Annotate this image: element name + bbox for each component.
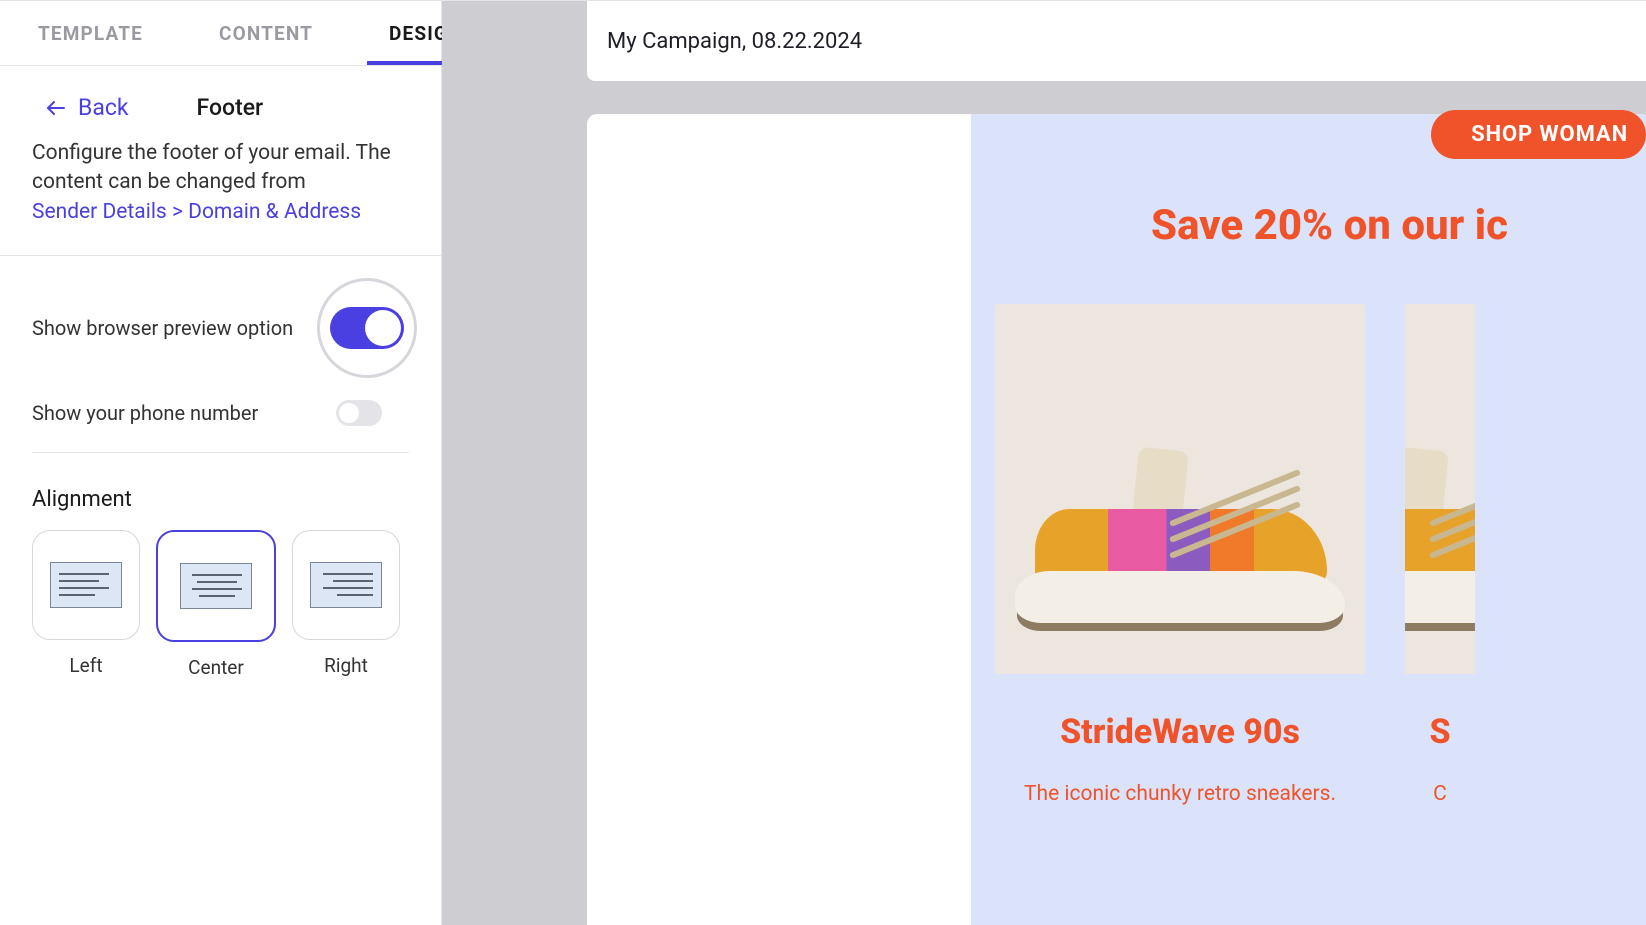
align-option-right[interactable] (292, 530, 400, 640)
back-button[interactable]: Back (44, 94, 129, 121)
sender-details-link[interactable]: Sender Details > Domain & Address (32, 200, 361, 224)
align-left-icon (50, 562, 122, 608)
arrow-left-icon (44, 96, 68, 120)
tab-content[interactable]: CONTENT (197, 1, 335, 65)
sneaker-illustration (1015, 449, 1345, 629)
toggle-label-phone: Show your phone number (32, 401, 258, 425)
product-row: StrideWave 90s The iconic chunky retro s… (995, 304, 1646, 925)
breadcrumb-row: Back Footer (0, 66, 441, 133)
toggle-knob (339, 403, 359, 423)
sneaker-illustration (1405, 449, 1475, 629)
toggle-browser-preview[interactable] (330, 307, 404, 349)
section-title: Footer (197, 94, 264, 121)
product-subtitle-1: The iconic chunky retro sneakers. (1024, 782, 1336, 806)
product-title-2: S (1429, 712, 1450, 752)
campaign-title: My Campaign, 08.22.2024 (607, 29, 862, 54)
align-label-center: Center (188, 656, 244, 679)
toggle-focus-ring (317, 278, 417, 378)
product-subtitle-2: C (1433, 782, 1447, 806)
alignment-heading: Alignment (0, 453, 441, 530)
toggle-row-phone: Show your phone number (0, 400, 441, 440)
align-label-left: Left (69, 654, 102, 677)
shop-button-wrap: SHOP WOMAN (1431, 110, 1646, 159)
page-card-blank (587, 114, 971, 925)
toggle-knob (365, 310, 401, 346)
product-title-1: StrideWave 90s (1060, 712, 1300, 752)
align-option-center[interactable] (156, 530, 276, 642)
align-label-right: Right (324, 654, 368, 677)
promo-headline: Save 20% on our ic (1151, 201, 1646, 250)
main-canvas: My Campaign, 08.22.2024 SHOP WOMAN Save … (442, 0, 1646, 925)
description-text: Configure the footer of your email. The … (32, 141, 391, 194)
toggle-label-browser-preview: Show browser preview option (32, 316, 293, 340)
align-option-left[interactable] (32, 530, 140, 640)
alignment-options: Left Center Right (0, 530, 441, 699)
product-card-1[interactable]: StrideWave 90s The iconic chunky retro s… (995, 304, 1365, 925)
tab-template[interactable]: TEMPLATE (0, 1, 165, 65)
product-image-1 (995, 304, 1365, 674)
campaign-title-bar: My Campaign, 08.22.2024 (587, 1, 1646, 81)
design-sidebar: TEMPLATE CONTENT DESIGN Back Footer Conf… (0, 0, 442, 925)
shop-woman-button[interactable]: SHOP WOMAN (1431, 110, 1646, 159)
section-description: Configure the footer of your email. The … (0, 133, 441, 256)
toggle-row-browser-preview: Show browser preview option (0, 256, 441, 400)
toggle-phone[interactable] (336, 400, 382, 426)
align-center-icon (180, 563, 252, 609)
align-right-icon (310, 562, 382, 608)
product-card-2[interactable]: S C (1405, 304, 1475, 925)
product-image-2 (1405, 304, 1475, 674)
back-label: Back (78, 94, 129, 121)
tabs: TEMPLATE CONTENT DESIGN (0, 1, 441, 66)
email-preview: SHOP WOMAN Save 20% on our ic StrideWave… (971, 114, 1646, 925)
